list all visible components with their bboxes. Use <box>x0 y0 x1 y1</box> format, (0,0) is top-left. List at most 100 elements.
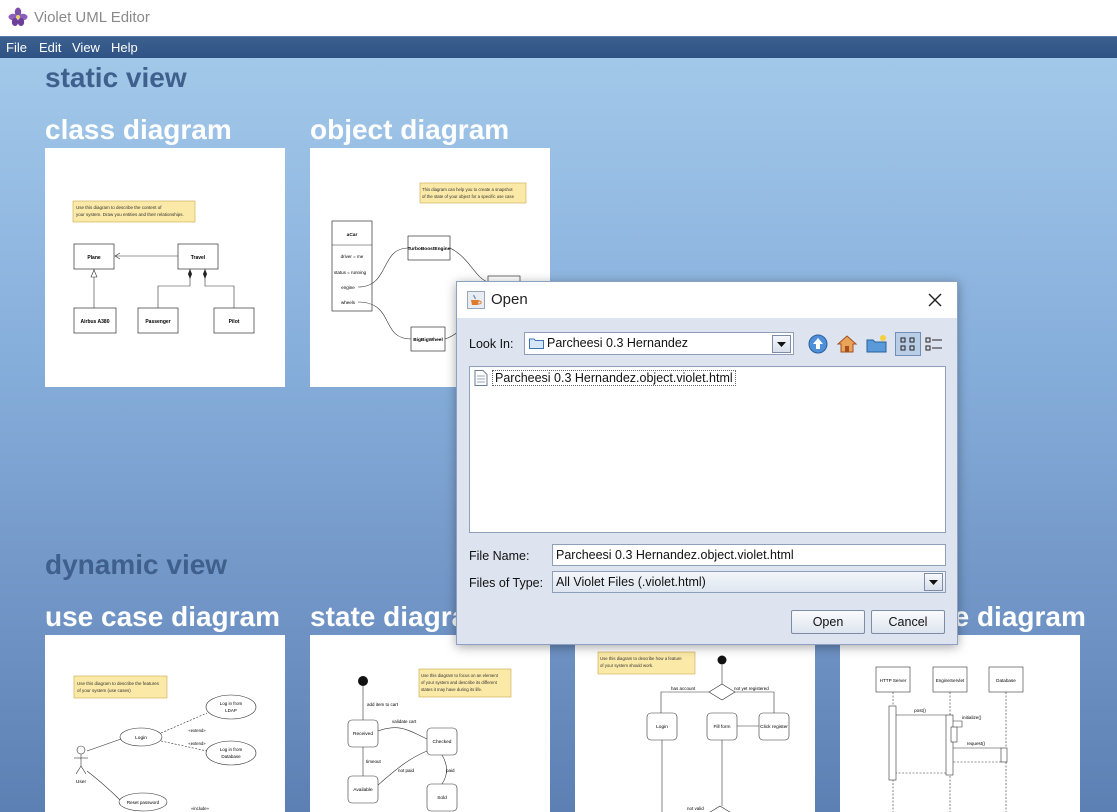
up-one-level-button[interactable] <box>805 332 831 356</box>
svg-text:Click register: Click register <box>760 724 788 730</box>
file-name-value: Parcheesi 0.3 Hernandez.object.violet.ht… <box>556 548 794 562</box>
svg-text:status = running: status = running <box>334 270 367 275</box>
svg-text:has account: has account <box>671 686 696 691</box>
svg-text:User: User <box>76 779 87 785</box>
violet-flower-icon <box>8 7 28 26</box>
svg-text:aCar: aCar <box>347 232 358 238</box>
dialog-title: Open <box>491 291 528 308</box>
svg-text:engine: engine <box>341 285 355 290</box>
svg-text:«include»: «include» <box>191 806 210 811</box>
svg-text:HTTP Server: HTTP Server <box>880 678 907 683</box>
svg-text:Sold: Sold <box>437 795 447 801</box>
svg-text:Use this diagram to focus on a: Use this diagram to focus on an element <box>421 673 499 678</box>
details-view-button[interactable] <box>921 332 947 356</box>
svg-text:BigBigWheel: BigBigWheel <box>413 337 443 343</box>
details-view-icon <box>925 337 942 351</box>
file-name-text: Parcheesi 0.3 Hernandez.object.violet.ht… <box>492 370 736 386</box>
svg-text:Checked: Checked <box>433 739 452 745</box>
new-folder-icon <box>866 335 887 353</box>
svg-text:Database: Database <box>996 678 1016 683</box>
svg-text:Received: Received <box>353 731 373 737</box>
svg-text:request(): request() <box>967 741 986 746</box>
java-cup-icon <box>467 291 485 309</box>
menu-view[interactable]: View <box>72 40 100 55</box>
window-titlebar: Violet UML Editor <box>0 0 1117 36</box>
menu-edit[interactable]: Edit <box>39 40 61 55</box>
use-case-diagram-label[interactable]: use case diagram <box>45 601 280 633</box>
look-in-label: Look In: <box>469 337 514 351</box>
home-icon <box>836 335 858 353</box>
static-view-heading: static view <box>45 62 187 93</box>
chevron-down-icon[interactable] <box>924 573 943 591</box>
sequence-diagram-thumbnail[interactable]: HTTP Server EngineServlet Database post(… <box>840 635 1080 812</box>
list-view-icon <box>900 337 915 351</box>
folder-icon <box>529 338 544 349</box>
svg-text:Reset password: Reset password <box>127 800 160 805</box>
svg-text:of your system should work.: of your system should work. <box>600 663 653 668</box>
svg-text:Airbus A380: Airbus A380 <box>81 319 110 325</box>
menu-help[interactable]: Help <box>111 40 138 55</box>
file-name-field[interactable]: Parcheesi 0.3 Hernandez.object.violet.ht… <box>552 544 946 566</box>
svg-text:Use this diagram to describe t: Use this diagram to describe the feature… <box>77 681 160 686</box>
home-button[interactable] <box>834 332 860 356</box>
svg-text:of your system and describe it: of your system and describe its differen… <box>421 680 498 685</box>
svg-text:Log in from: Log in from <box>220 701 243 706</box>
file-name-label: File Name: <box>469 549 530 563</box>
svg-text:LDAP: LDAP <box>225 708 237 713</box>
files-of-type-value: All Violet Files (.violet.html) <box>556 575 706 589</box>
look-in-value: Parcheesi 0.3 Hernandez <box>547 336 689 350</box>
svg-text:Log in from: Log in from <box>220 747 243 752</box>
files-of-type-select[interactable]: All Violet Files (.violet.html) <box>552 571 946 593</box>
svg-text:not yet registered: not yet registered <box>734 686 769 691</box>
svg-text:Fill form: Fill form <box>713 724 730 730</box>
file-list[interactable]: Parcheesi 0.3 Hernandez.object.violet.ht… <box>469 366 946 533</box>
svg-text:Passenger: Passenger <box>145 319 170 325</box>
svg-text:paid: paid <box>446 768 455 773</box>
svg-text:wheels: wheels <box>341 300 356 305</box>
state-diagram-thumbnail[interactable]: Use this diagram to focus on an element … <box>310 635 550 812</box>
svg-text:Pilot: Pilot <box>229 319 240 325</box>
svg-text:states it may have during its: states it may have during its life. <box>421 687 482 692</box>
menu-file[interactable]: File <box>6 40 27 55</box>
up-arrow-icon <box>808 334 828 354</box>
svg-text:Travel: Travel <box>191 255 206 261</box>
svg-text:TurboBoostEngine: TurboBoostEngine <box>408 246 451 252</box>
svg-text:timeout: timeout <box>366 759 382 764</box>
svg-text:«extend»: «extend» <box>188 728 206 733</box>
object-diagram-label[interactable]: object diagram <box>310 114 509 146</box>
class-diagram-thumbnail[interactable]: Use this diagram to describe the content… <box>45 148 285 387</box>
svg-text:Use this diagram to describe t: Use this diagram to describe the content… <box>76 205 162 210</box>
svg-text:Use this diagram to describe h: Use this diagram to describe how a featu… <box>600 656 682 661</box>
svg-text:This diagram can help you to c: This diagram can help you to create a sn… <box>422 187 513 192</box>
open-dialog: Open Look In: Parcheesi 0.3 Hernandez Pa… <box>456 281 958 645</box>
chevron-down-icon[interactable] <box>772 335 791 353</box>
svg-text:not valid: not valid <box>687 806 704 811</box>
svg-text:post(): post() <box>914 708 926 713</box>
svg-text:initialize(): initialize() <box>962 715 982 720</box>
open-button[interactable]: Open <box>791 610 865 634</box>
app-title: Violet UML Editor <box>34 9 150 26</box>
dialog-titlebar[interactable]: Open <box>457 282 957 318</box>
svg-text:Available: Available <box>353 787 373 793</box>
svg-text:Login: Login <box>135 735 147 741</box>
look-in-combo[interactable]: Parcheesi 0.3 Hernandez <box>524 332 794 355</box>
menu-bar: File Edit View Help <box>0 36 1117 59</box>
svg-text:not paid: not paid <box>398 768 415 773</box>
file-icon <box>474 370 488 386</box>
svg-text:your system. Draw you entities: your system. Draw you entities and their… <box>76 212 184 217</box>
activity-diagram-thumbnail[interactable]: Use this diagram to describe how a featu… <box>575 635 815 812</box>
svg-text:driver = me: driver = me <box>341 254 364 259</box>
new-folder-button[interactable] <box>864 332 890 356</box>
svg-text:Plane: Plane <box>87 255 101 261</box>
svg-text:add item to cart: add item to cart <box>367 702 399 707</box>
svg-text:«extend»: «extend» <box>188 741 206 746</box>
list-view-button[interactable] <box>895 332 921 356</box>
cancel-button[interactable]: Cancel <box>871 610 945 634</box>
svg-text:Database: Database <box>221 754 241 759</box>
close-icon[interactable] <box>925 290 945 310</box>
svg-text:of the state of your object fo: of the state of your object for a specif… <box>422 194 515 199</box>
class-diagram-label[interactable]: class diagram <box>45 114 232 146</box>
svg-text:Login: Login <box>656 724 668 730</box>
use-case-diagram-thumbnail[interactable]: Use this diagram to describe the feature… <box>45 635 285 812</box>
svg-text:EngineServlet: EngineServlet <box>936 678 965 683</box>
